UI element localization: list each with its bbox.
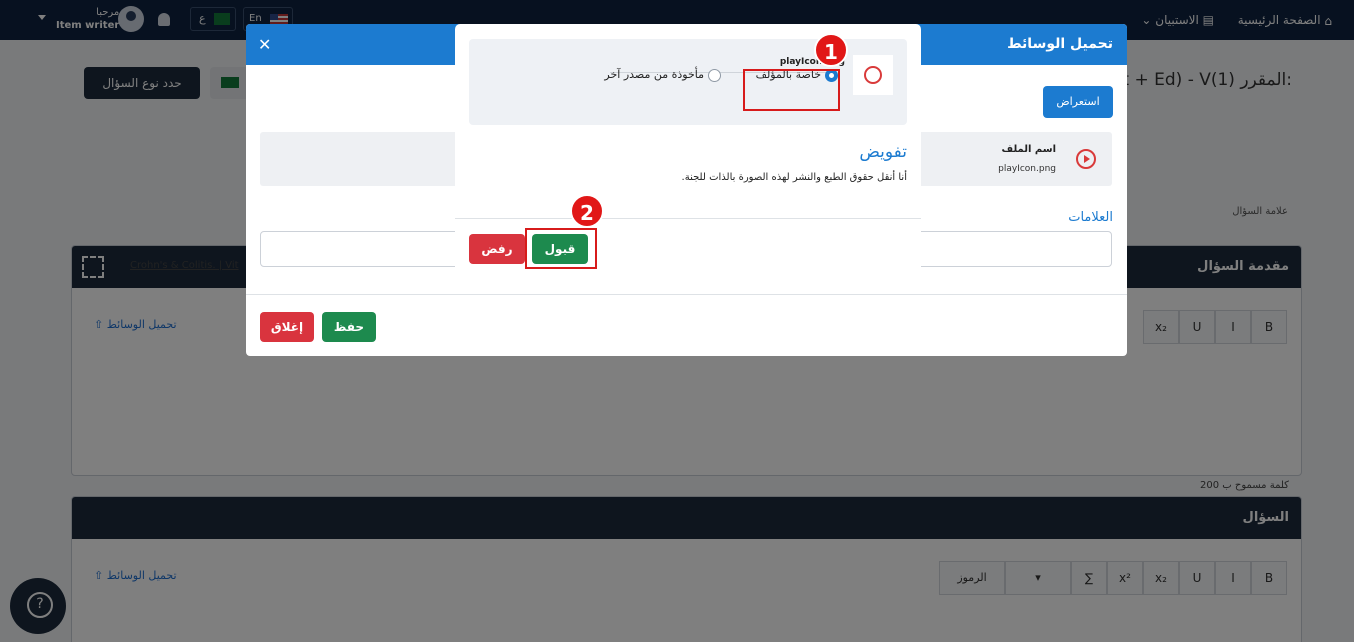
file-name: playIcon.png: [998, 164, 1056, 174]
divider: [246, 294, 1127, 295]
close-icon[interactable]: ✕: [258, 24, 271, 65]
consent-text: أنا أنقل حقوق الطبع والنشر لهذه الصورة ب…: [681, 172, 907, 183]
radio-other-source[interactable]: مأخوذة من مصدر آخر: [604, 68, 721, 82]
reject-button[interactable]: رفض: [469, 234, 525, 264]
highlight-box: [525, 228, 597, 269]
step-badge: 1: [814, 33, 848, 67]
play-icon: [1076, 149, 1096, 169]
step-badge: 2: [570, 194, 604, 228]
save-button[interactable]: حفظ: [322, 312, 376, 342]
dialog-title: تفويض: [859, 142, 907, 162]
play-icon: [853, 55, 893, 95]
modal-title: تحميل الوسائط: [1007, 36, 1113, 52]
tags-title: العلامات: [1068, 210, 1113, 225]
radio-unchecked-icon: [708, 68, 721, 82]
highlight-box: [743, 69, 840, 111]
divider: [455, 218, 921, 219]
file-label: اسم الملف: [1001, 144, 1056, 155]
browse-button[interactable]: استعراض: [1043, 86, 1113, 118]
close-button[interactable]: إغلاق: [260, 312, 314, 342]
